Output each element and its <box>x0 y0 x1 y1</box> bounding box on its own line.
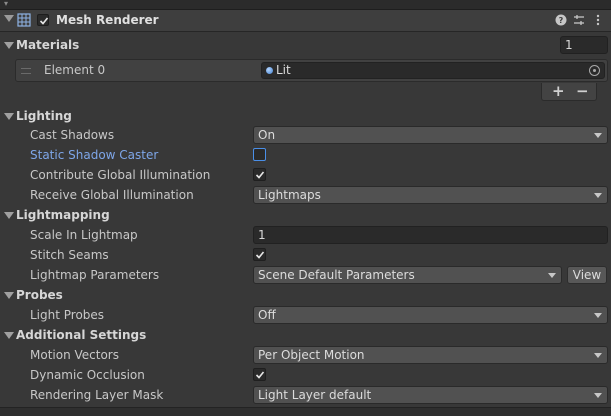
fold-arrow-icon[interactable] <box>4 332 14 339</box>
stitch-seams-row: Stitch Seams <box>0 245 611 265</box>
material-icon <box>266 67 273 74</box>
drag-handle-icon[interactable] <box>21 68 31 74</box>
materials-size-field[interactable]: 1 <box>560 36 608 54</box>
remove-element-button[interactable]: − <box>576 82 589 100</box>
help-icon[interactable]: ? <box>554 13 568 27</box>
previous-component-header: ▾ <box>0 0 611 10</box>
light-probes-dropdown[interactable]: Off <box>253 306 608 324</box>
static-shadow-caster-checkbox[interactable] <box>253 148 266 161</box>
property-label: Stitch Seams <box>30 248 109 262</box>
dynamic-occlusion-row: Dynamic Occlusion <box>0 365 611 385</box>
rendering-layer-mask-row: Rendering Layer Mask Light Layer default <box>0 385 611 405</box>
list-add-remove: + − <box>541 82 597 101</box>
probes-section-header[interactable]: Probes <box>0 285 611 305</box>
fold-arrow-icon[interactable] <box>4 212 14 219</box>
property-label: Lightmap Parameters <box>30 268 160 282</box>
add-element-button[interactable]: + <box>552 82 565 100</box>
section-label: Probes <box>16 288 63 302</box>
rendering-layer-mask-dropdown[interactable]: Light Layer default <box>253 386 608 404</box>
lightmap-parameters-dropdown[interactable]: Scene Default Parameters <box>253 266 562 284</box>
receive-gi-row: Receive Global Illumination Lightmaps <box>0 185 611 205</box>
property-label: Motion Vectors <box>30 348 119 362</box>
section-label: Lighting <box>16 109 72 123</box>
property-label: Contribute Global Illumination <box>30 168 211 182</box>
component-header[interactable]: Mesh Renderer ? <box>0 10 611 32</box>
light-probes-row: Light Probes Off <box>0 305 611 325</box>
dropdown-arrow-icon <box>594 193 602 198</box>
view-button[interactable]: View <box>567 266 607 284</box>
dynamic-occlusion-checkbox[interactable] <box>253 368 266 381</box>
lightmap-parameters-row: Lightmap Parameters Scene Default Parame… <box>0 265 611 285</box>
fold-arrow-icon[interactable] <box>4 113 14 120</box>
static-shadow-caster-row: Static Shadow Caster <box>0 145 611 165</box>
fold-arrow-icon[interactable] <box>4 42 14 49</box>
scale-in-lightmap-row: Scale In Lightmap 1 <box>0 225 611 245</box>
mesh-renderer-icon <box>17 13 31 27</box>
motion-vectors-dropdown[interactable]: Per Object Motion <box>253 346 608 364</box>
contribute-gi-checkbox[interactable] <box>253 168 266 181</box>
fold-arrow-icon[interactable] <box>4 15 14 22</box>
additional-settings-section-header[interactable]: Additional Settings <box>0 325 611 345</box>
lightmapping-section-header[interactable]: Lightmapping <box>0 205 611 225</box>
property-label: Light Probes <box>30 308 105 322</box>
property-label: Static Shadow Caster <box>30 148 159 162</box>
property-label: Scale In Lightmap <box>30 228 138 242</box>
presets-icon[interactable] <box>572 13 586 27</box>
lighting-section-header[interactable]: Lighting <box>0 106 611 126</box>
stitch-seams-checkbox[interactable] <box>253 248 266 261</box>
scale-in-lightmap-field[interactable]: 1 <box>253 226 608 244</box>
svg-text:?: ? <box>559 16 564 25</box>
materials-section-header[interactable]: Materials 1 <box>0 35 611 55</box>
cast-shadows-row: Cast Shadows On <box>0 125 611 145</box>
property-label: Cast Shadows <box>30 128 115 142</box>
next-component-divider <box>0 407 611 416</box>
component-enabled-checkbox[interactable] <box>37 14 49 26</box>
section-label: Additional Settings <box>16 328 147 342</box>
material-object-field[interactable]: Lit <box>261 62 605 79</box>
receive-gi-dropdown[interactable]: Lightmaps <box>253 186 608 204</box>
section-label: Materials <box>16 38 80 52</box>
dropdown-arrow-icon <box>548 273 556 278</box>
cast-shadows-dropdown[interactable]: On <box>253 126 608 144</box>
more-icon[interactable] <box>591 13 605 27</box>
property-label: Rendering Layer Mask <box>30 388 164 402</box>
fold-arrow-icon: ▾ <box>4 0 9 8</box>
property-label: Receive Global Illumination <box>30 188 194 202</box>
element-label: Element 0 <box>44 63 106 77</box>
dropdown-arrow-icon <box>594 133 602 138</box>
property-label: Dynamic Occlusion <box>30 368 145 382</box>
dropdown-arrow-icon <box>594 313 602 318</box>
object-picker-icon[interactable] <box>589 65 600 76</box>
component-title: Mesh Renderer <box>56 13 159 27</box>
section-label: Lightmapping <box>16 208 110 222</box>
fold-arrow-icon[interactable] <box>4 292 14 299</box>
dropdown-arrow-icon <box>594 393 602 398</box>
dropdown-arrow-icon <box>594 353 602 358</box>
contribute-gi-row: Contribute Global Illumination <box>0 165 611 185</box>
materials-list: Element 0 Lit <box>15 59 608 82</box>
motion-vectors-row: Motion Vectors Per Object Motion <box>0 345 611 365</box>
